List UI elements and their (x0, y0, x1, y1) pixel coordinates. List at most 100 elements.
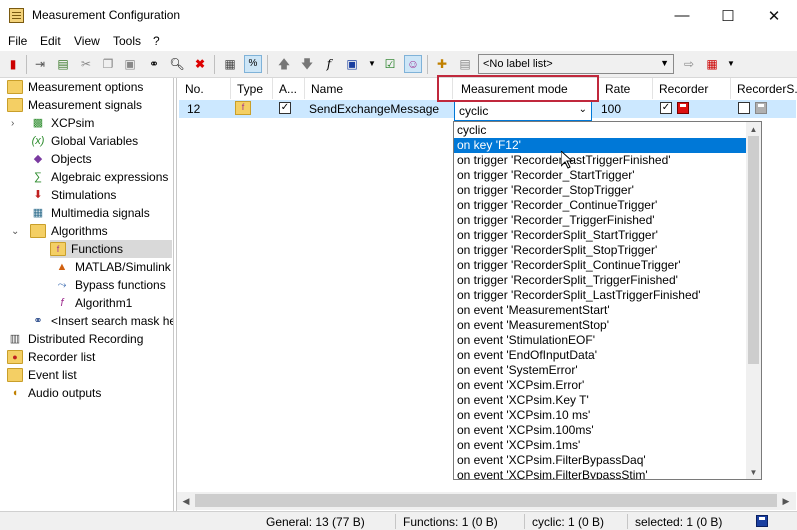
dropdown-option-selected[interactable]: on key 'F12' (454, 138, 746, 153)
tree-item-global-variables[interactable]: (x) Global Variables (30, 132, 139, 150)
dropdown-option[interactable]: on event 'MeasurementStop' (454, 318, 746, 333)
label-apply-icon[interactable]: ⇨ (680, 55, 698, 73)
dropdown-option[interactable]: on event 'XCPsim.10 ms' (454, 408, 746, 423)
column-header-recorder[interactable]: Recorder (653, 78, 731, 99)
dropdown-option[interactable]: on trigger 'RecorderSplit_LastTriggerFin… (454, 288, 746, 303)
dropdown-option[interactable]: on event 'XCPsim.FilterBypassStim' (454, 468, 746, 479)
column-header-recorder-s[interactable]: RecorderS... (731, 78, 797, 99)
status-save-icon[interactable] (756, 515, 768, 527)
tree-item-insert-search-mask[interactable]: ⚭ <Insert search mask he (30, 312, 173, 330)
dropdown-option[interactable]: on trigger 'Recorder_StopTrigger' (454, 183, 746, 198)
recorder-s-save-icon[interactable] (755, 102, 767, 114)
dropdown-option[interactable]: on event 'XCPsim.Error' (454, 378, 746, 393)
tree-item-objects[interactable]: ◆ Objects (30, 150, 92, 168)
dropdown-option[interactable]: on trigger 'RecorderLastTriggerFinished' (454, 153, 746, 168)
dropdown-option[interactable]: on event 'EndOfInputData' (454, 348, 746, 363)
import-icon[interactable]: ⇥ (31, 55, 49, 73)
dropdown-option[interactable]: on event 'XCPsim.100ms' (454, 423, 746, 438)
tree-item-algebraic-expressions[interactable]: ∑ Algebraic expressions (30, 168, 168, 186)
dropdown-option[interactable]: on trigger 'RecorderSplit_TriggerFinishe… (454, 273, 746, 288)
menu-help[interactable]: ? (153, 34, 160, 48)
tree-item-algorithm1[interactable]: f Algorithm1 (54, 294, 132, 312)
menu-view[interactable]: View (74, 34, 100, 48)
checkbox-icon[interactable]: ☑ (381, 55, 399, 73)
expand-icon[interactable]: › (11, 118, 14, 129)
menu-edit[interactable]: Edit (40, 34, 61, 48)
dropdown-option[interactable]: on event 'SystemError' (454, 363, 746, 378)
binoculars-icon[interactable]: ⚭ (145, 55, 163, 73)
recorder-save-icon[interactable] (677, 102, 689, 114)
arrow-down-icon[interactable]: 🡇 (298, 55, 316, 73)
scroll-up-icon[interactable]: ▲ (746, 122, 761, 136)
save-dropdown-icon[interactable]: ▼ (363, 55, 381, 73)
dropdown-option[interactable]: on trigger 'Recorder_ContinueTrigger' (454, 198, 746, 213)
menu-file[interactable]: File (8, 34, 27, 48)
active-checkbox[interactable]: ✓ (279, 102, 291, 114)
tree-item-functions[interactable]: f Functions (50, 240, 172, 258)
arrow-up-icon[interactable]: 🡅 (275, 55, 293, 73)
label-settings-dropdown-icon[interactable]: ▼ (722, 55, 740, 73)
tree-item-event-list[interactable]: Event list (7, 366, 77, 384)
dropdown-option[interactable]: on event 'XCPsim.Key T' (454, 393, 746, 408)
column-header-name[interactable]: Name (305, 78, 453, 99)
maximize-button[interactable]: ☐ (705, 0, 751, 31)
grid-horizontal-scrollbar[interactable]: ◀ ▶ (177, 492, 796, 510)
cut-icon[interactable]: ✂ (77, 55, 95, 73)
delete-icon[interactable]: ✖ (191, 55, 209, 73)
scroll-left-icon[interactable]: ◀ (178, 493, 194, 509)
label-settings-icon[interactable]: ▦ (703, 55, 721, 73)
dropdown-scrollbar-thumb[interactable] (748, 136, 759, 364)
layout-icon[interactable]: ▦ (221, 55, 239, 73)
tree-item-distributed-recording[interactable]: ▥ Distributed Recording (7, 330, 144, 348)
dropdown-option[interactable]: on event 'StimulationEOF' (454, 333, 746, 348)
label-list-dropdown[interactable]: <No label list> ▼ (478, 54, 674, 74)
tree-item-matlab-simulink[interactable]: ▲ MATLAB/Simulink (54, 258, 171, 276)
recorder-s-checkbox[interactable] (738, 102, 750, 114)
dropdown-option[interactable]: on trigger 'Recorder_TriggerFinished' (454, 213, 746, 228)
tree-item-measurement-options[interactable]: Measurement options (7, 78, 143, 96)
dropdown-option[interactable]: on event 'MeasurementStart' (454, 303, 746, 318)
tree-item-multimedia-signals[interactable]: ▦ Multimedia signals (30, 204, 150, 222)
horizontal-scrollbar-thumb[interactable] (195, 494, 777, 507)
close-button[interactable]: ✕ (751, 0, 797, 31)
dropdown-option[interactable]: on trigger 'Recorder_StartTrigger' (454, 168, 746, 183)
copy-icon[interactable]: ❐ (99, 55, 117, 73)
label-add-icon[interactable]: ✚ (433, 55, 451, 73)
collapse-icon[interactable]: ⌄ (11, 226, 19, 237)
tree-item-stimulations[interactable]: ⬇ Stimulations (30, 186, 116, 204)
column-header-type[interactable]: Type (231, 78, 273, 99)
tree-item-xcpsim[interactable]: ▩ XCPsim (30, 114, 95, 132)
measurement-mode-select[interactable]: cyclic ⌄ (454, 100, 592, 121)
dropdown-option[interactable]: on trigger 'RecorderSplit_StartTrigger' (454, 228, 746, 243)
dropdown-scrollbar[interactable]: ▲ ▼ (746, 122, 761, 479)
scroll-right-icon[interactable]: ▶ (778, 493, 794, 509)
scroll-down-icon[interactable]: ▼ (746, 465, 761, 479)
function-icon[interactable]: f (320, 55, 338, 73)
percent-icon[interactable]: % (244, 55, 262, 73)
tree-item-audio-outputs[interactable]: ◖ Audio outputs (7, 384, 102, 402)
dropdown-option[interactable]: cyclic (454, 123, 746, 138)
user-icon[interactable]: ☺ (404, 55, 422, 73)
dropdown-option[interactable]: on trigger 'RecorderSplit_StopTrigger' (454, 243, 746, 258)
measurement-mode-dropdown-list[interactable]: cyclic on key 'F12' on trigger 'Recorder… (453, 121, 762, 480)
dropdown-option[interactable]: on event 'XCPsim.FilterBypassDaq' (454, 453, 746, 468)
dropdown-option[interactable]: on trigger 'RecorderSplit_ContinueTrigge… (454, 258, 746, 273)
dropdown-option[interactable]: on event 'XCPsim.1ms' (454, 438, 746, 453)
stimulation-icon: ⬇ (33, 188, 43, 201)
label-remove-icon[interactable]: ▤ (456, 55, 474, 73)
menu-tools[interactable]: Tools (113, 34, 141, 48)
column-header-rate[interactable]: Rate (599, 78, 653, 99)
exit-icon[interactable]: ▮ (4, 55, 22, 73)
column-header-no[interactable]: No. (179, 78, 231, 99)
tree-item-measurement-signals[interactable]: Measurement signals (7, 96, 142, 114)
tree-item-bypass-functions[interactable]: ⤳ Bypass functions (54, 276, 166, 294)
tree-item-algorithms[interactable]: Algorithms (30, 222, 108, 240)
column-header-active[interactable]: A... (273, 78, 305, 99)
paste-icon[interactable]: ▣ (121, 55, 139, 73)
save-icon[interactable]: ▣ (343, 55, 361, 73)
minimize-button[interactable]: — (659, 0, 705, 31)
export-icon[interactable]: ▤ (54, 55, 72, 73)
search-icon[interactable]: 🔍︎ (168, 55, 186, 73)
tree-item-recorder-list[interactable]: ● Recorder list (7, 348, 95, 366)
recorder-checkbox[interactable]: ✓ (660, 102, 672, 114)
